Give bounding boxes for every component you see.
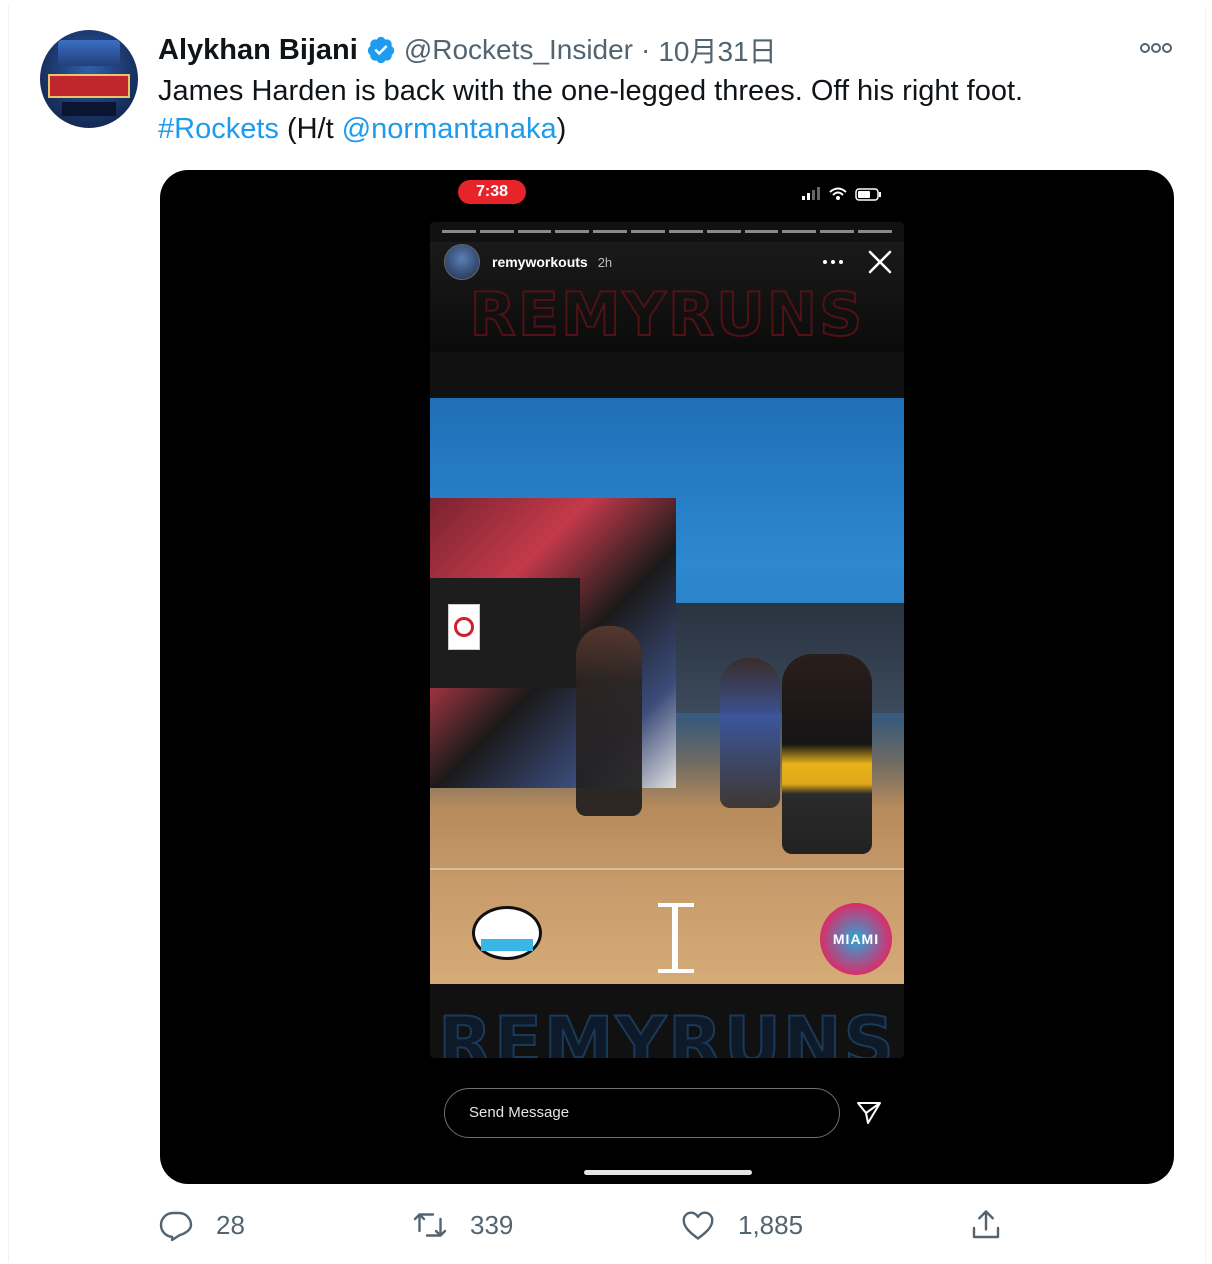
separator-dot: · xyxy=(641,34,651,65)
author-handle[interactable]: @Rockets_Insider xyxy=(404,34,633,66)
verified-badge-icon xyxy=(367,36,394,64)
signal-icon xyxy=(802,187,820,200)
share-button[interactable] xyxy=(968,1200,1004,1250)
tweet-text-line1: James Harden is back with the one-legged… xyxy=(158,75,1024,107)
banner-text-top: REMYRUNS xyxy=(469,279,865,351)
basketball-logo-left xyxy=(472,906,542,960)
reply-icon xyxy=(159,1211,193,1242)
wifi-icon xyxy=(829,187,847,200)
retweet-icon xyxy=(413,1213,447,1237)
miami-logo-text: MIAMI xyxy=(832,931,880,947)
recording-time-pill: 7:38 xyxy=(458,180,526,204)
player-defender xyxy=(782,654,872,854)
reply-count: 28 xyxy=(216,1209,245,1240)
ht-prefix: (H/t xyxy=(278,113,342,145)
author-avatar[interactable] xyxy=(40,30,138,128)
more-icon[interactable] xyxy=(1138,40,1174,56)
story-more-icon[interactable] xyxy=(822,258,844,266)
like-button[interactable]: 1,885 xyxy=(680,1200,803,1250)
phone-status-icons xyxy=(802,187,881,201)
like-count: 1,885 xyxy=(738,1209,804,1240)
retweet-button[interactable]: 339 xyxy=(412,1200,513,1250)
story-username[interactable]: remyworkouts xyxy=(492,254,588,270)
mention-link[interactable]: @normantanaka xyxy=(342,113,557,145)
tweet-header: Alykhan Bijani @Rockets_Insider · 10月31日 xyxy=(158,30,777,70)
banner-text-bottom: REMYRUNS xyxy=(437,1001,896,1058)
send-message-placeholder: Send Message xyxy=(469,1104,570,1121)
court-line xyxy=(430,868,904,870)
story-progress-bar xyxy=(442,230,892,233)
battery-icon xyxy=(855,188,881,201)
tweet-actions: 28 339 1,885 xyxy=(158,1200,1168,1250)
hashtag-link[interactable]: #Rockets xyxy=(158,113,279,145)
miami-logo: MIAMI xyxy=(820,903,892,975)
avatar-art-top xyxy=(58,40,120,66)
send-icon[interactable] xyxy=(856,1100,882,1126)
logo-center xyxy=(658,903,694,973)
avatar-art-bottom xyxy=(62,102,116,116)
ht-suffix: ) xyxy=(556,113,567,145)
story-video-frame[interactable]: MIAMI xyxy=(430,398,904,984)
retweet-count: 339 xyxy=(470,1209,514,1240)
instagram-story[interactable]: REMYRUNS remyworkouts 2h MIAMI REMYRUNS xyxy=(430,222,904,1058)
close-icon[interactable] xyxy=(866,248,894,276)
story-user-header[interactable]: remyworkouts 2h xyxy=(444,242,612,282)
send-message-input[interactable]: Send Message xyxy=(444,1088,840,1138)
share-icon xyxy=(972,1210,1000,1239)
home-indicator xyxy=(584,1170,752,1175)
player-background xyxy=(720,658,780,808)
tweet-text-line2: #Rockets (H/t @normantanaka) xyxy=(158,110,1168,148)
reply-button[interactable]: 28 xyxy=(158,1200,245,1250)
tweet-text: James Harden is back with the one-legged… xyxy=(158,72,1168,148)
no-sign xyxy=(448,604,480,650)
tweet-date[interactable]: 10月31日 xyxy=(658,30,776,70)
tweet-media[interactable]: 7:38 REMYRUNS remyworkouts 2h MIAMI REMY… xyxy=(160,170,1174,1184)
avatar-art-band xyxy=(48,74,130,98)
player-shooter xyxy=(576,626,642,816)
story-age: 2h xyxy=(597,254,613,270)
like-icon xyxy=(682,1211,714,1240)
author-display-name[interactable]: Alykhan Bijani xyxy=(158,34,358,67)
story-avatar[interactable] xyxy=(444,244,480,280)
